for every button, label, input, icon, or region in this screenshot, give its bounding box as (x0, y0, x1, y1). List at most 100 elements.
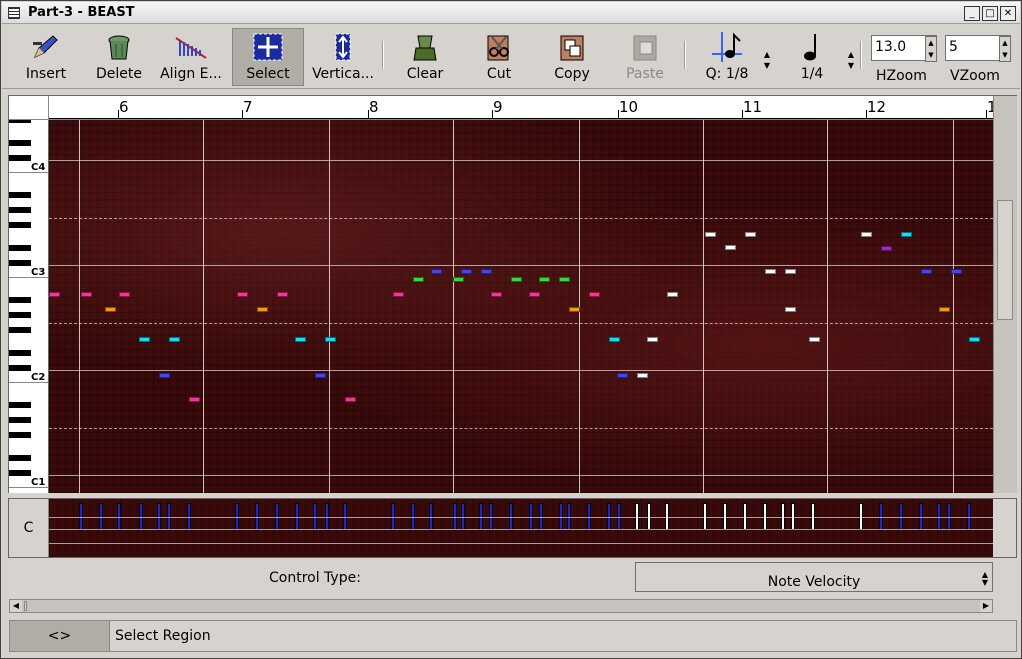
align-events-button[interactable]: Align E... (156, 28, 226, 86)
note-event[interactable] (431, 269, 442, 274)
piano-keyboard[interactable]: C4 C3 C2 C1 (9, 120, 49, 493)
note-event[interactable] (785, 307, 796, 312)
note-event[interactable] (345, 397, 356, 402)
note-event[interactable] (315, 373, 326, 378)
quantize-button[interactable]: Q: 1/8 (696, 28, 758, 86)
control-type-select[interactable]: Note Velocity ▲ ▼ (635, 562, 993, 592)
vzoom-spinner[interactable]: ▲ ▼ (999, 36, 1011, 62)
note-event[interactable] (939, 307, 950, 312)
black-key[interactable] (9, 454, 31, 461)
black-key[interactable] (9, 432, 31, 438)
velocity-area[interactable] (49, 499, 993, 557)
note-event[interactable] (539, 277, 550, 282)
note-event[interactable] (159, 373, 170, 378)
scroll-right-icon[interactable]: ▶ (980, 600, 992, 612)
hzoom-field[interactable]: ▲▼ (871, 35, 937, 62)
minimize-icon[interactable]: _ (964, 6, 980, 21)
cut-button[interactable]: Cut (470, 28, 528, 86)
note-event[interactable] (637, 373, 648, 378)
note-event[interactable] (529, 292, 540, 297)
note-event[interactable] (325, 337, 336, 342)
note-event[interactable] (139, 337, 150, 342)
note-event[interactable] (901, 232, 912, 237)
note-event[interactable] (861, 232, 872, 237)
note-event[interactable] (969, 337, 980, 342)
note-event[interactable] (617, 373, 628, 378)
black-key[interactable] (9, 222, 31, 228)
note-event[interactable] (49, 292, 60, 297)
black-key[interactable] (9, 154, 31, 161)
note-event[interactable] (609, 337, 620, 342)
quantize-spinner[interactable]: ▲ ▼ (762, 49, 772, 73)
bar-ruler[interactable]: 67891011121 (49, 96, 993, 120)
note-event[interactable] (119, 292, 130, 297)
note-event[interactable] (81, 292, 92, 297)
note-event[interactable] (237, 292, 248, 297)
horizontal-scrollbar[interactable]: ◀ ▶ (9, 599, 993, 613)
black-key[interactable] (9, 120, 31, 123)
status-toggle-button[interactable]: <> (10, 621, 110, 651)
note-length-spinner[interactable]: ▲ ▼ (846, 49, 856, 73)
black-key[interactable] (9, 417, 31, 423)
note-event[interactable] (921, 269, 932, 274)
note-event[interactable] (881, 246, 892, 251)
note-event[interactable] (295, 337, 306, 342)
note-event[interactable] (705, 232, 716, 237)
black-key[interactable] (9, 259, 31, 266)
black-key[interactable] (9, 297, 31, 303)
vertical-select-button[interactable]: Vertica... (308, 28, 378, 86)
vzoom-field[interactable]: ▲▼ (945, 35, 1011, 62)
note-event[interactable] (393, 292, 404, 297)
note-event[interactable] (809, 337, 820, 342)
note-event[interactable] (257, 307, 268, 312)
maximize-icon[interactable]: □ (982, 6, 998, 21)
note-event[interactable] (667, 292, 678, 297)
note-event[interactable] (277, 292, 288, 297)
insert-button[interactable]: Insert (15, 28, 77, 86)
vertical-scroll-thumb[interactable] (997, 200, 1013, 320)
note-event[interactable] (647, 337, 658, 342)
hzoom-spinner[interactable]: ▲ ▼ (925, 36, 937, 62)
black-key[interactable] (9, 312, 31, 318)
note-event[interactable] (785, 269, 796, 274)
horizontal-scroll-thumb[interactable] (24, 601, 27, 611)
black-key[interactable] (9, 402, 31, 408)
note-event[interactable] (569, 307, 580, 312)
delete-button[interactable]: Delete (88, 28, 150, 86)
copy-button[interactable]: Copy (543, 28, 601, 86)
black-key[interactable] (9, 469, 31, 476)
select-button[interactable]: Select (232, 28, 304, 86)
paste-button[interactable]: Paste (616, 28, 674, 86)
black-key[interactable] (9, 244, 31, 251)
vertical-scrollbar[interactable] (993, 96, 1017, 493)
note-event[interactable] (189, 397, 200, 402)
black-key[interactable] (9, 207, 31, 213)
note-event[interactable] (481, 269, 492, 274)
close-icon[interactable]: ✕ (1000, 6, 1016, 21)
note-event[interactable] (559, 277, 570, 282)
note-grid[interactable] (49, 120, 993, 493)
vzoom-input[interactable] (949, 39, 997, 55)
window-menu-icon[interactable] (8, 7, 20, 19)
note-event[interactable] (169, 337, 180, 342)
black-key[interactable] (9, 139, 31, 146)
black-key[interactable] (9, 364, 31, 371)
note-length-button[interactable]: 1/4 (784, 28, 840, 86)
note-event[interactable] (105, 307, 116, 312)
note-event[interactable] (951, 269, 962, 274)
black-key[interactable] (9, 349, 31, 356)
note-event[interactable] (765, 269, 776, 274)
note-event[interactable] (413, 277, 424, 282)
note-event[interactable] (745, 232, 756, 237)
scroll-left-icon[interactable]: ◀ (10, 600, 22, 612)
note-event[interactable] (589, 292, 600, 297)
hzoom-input[interactable] (875, 39, 923, 55)
black-key[interactable] (9, 327, 31, 333)
note-event[interactable] (725, 245, 736, 250)
note-event[interactable] (453, 277, 464, 282)
black-key[interactable] (9, 192, 31, 198)
clear-button[interactable]: Clear (395, 28, 455, 86)
note-event[interactable] (461, 269, 472, 274)
note-event[interactable] (491, 292, 502, 297)
note-event[interactable] (511, 277, 522, 282)
